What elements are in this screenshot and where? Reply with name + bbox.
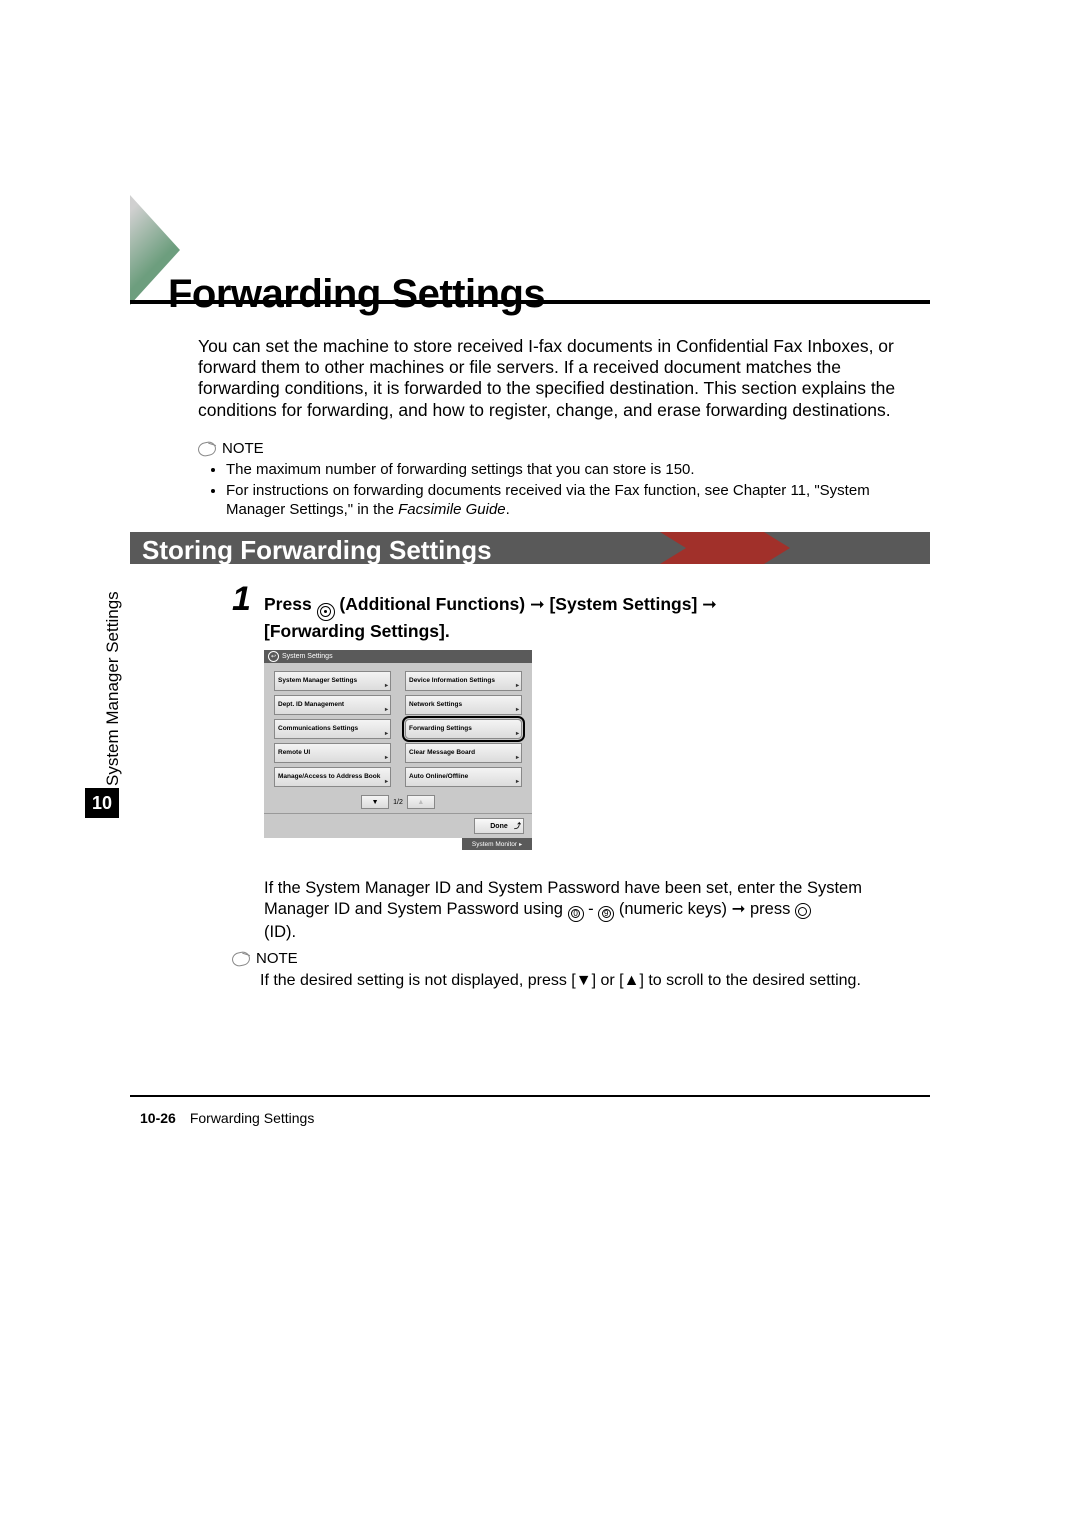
note-list: The maximum number of forwarding setting… (226, 461, 918, 519)
up-triangle-icon: ▲ (624, 972, 640, 989)
menu-button-forwarding-settings[interactable]: Forwarding Settings (405, 719, 522, 739)
menu-button[interactable]: Dept. ID Management (274, 695, 391, 715)
note-label: NOTE (198, 440, 918, 457)
step-number: 1 (232, 580, 251, 619)
numeric-key-icon: 9 (598, 906, 614, 922)
note-block: NOTE The maximum number of forwarding se… (198, 440, 918, 521)
section-title: Storing Forwarding Settings (142, 535, 492, 566)
additional-functions-key-icon (317, 603, 335, 621)
numeric-key-icon: 0 (568, 906, 584, 922)
system-monitor-bar: System Monitor (264, 838, 532, 850)
note-item: For instructions on forwarding documents… (226, 482, 918, 520)
device-screenshot: ↩ System Settings System Manager Setting… (264, 650, 532, 860)
chapter-heading: Forwarding Settings (168, 272, 545, 317)
done-button[interactable]: Done (474, 818, 524, 834)
arrow-right-icon: ➞ (530, 594, 545, 614)
note-item: The maximum number of forwarding setting… (226, 461, 918, 480)
footer-title: Forwarding Settings (190, 1110, 315, 1126)
menu-button[interactable]: System Manager Settings (274, 671, 391, 691)
side-tab-number: 10 (85, 788, 119, 818)
note-icon (197, 440, 218, 457)
screen-body: System Manager Settings Device Informati… (264, 663, 532, 813)
pager: ▼ 1/2 ▲ (274, 793, 522, 811)
menu-button[interactable]: Clear Message Board (405, 743, 522, 763)
menu-button[interactable]: Remote UI (274, 743, 391, 763)
down-triangle-icon: ▼ (576, 972, 592, 989)
post-screenshot-text: If the System Manager ID and System Pass… (264, 878, 914, 942)
note-label-text: NOTE (256, 950, 298, 967)
screen-title: System Settings (282, 653, 333, 660)
step-instruction: Press (Additional Functions) ➞ [System S… (264, 594, 904, 642)
side-tab-label: System Manager Settings (103, 591, 123, 786)
id-key-icon (795, 903, 811, 919)
note-icon (231, 950, 252, 967)
heading-rule (130, 300, 930, 304)
page-up-button[interactable]: ▲ (407, 795, 435, 809)
menu-button[interactable]: Communications Settings (274, 719, 391, 739)
arrow-right-icon: ➞ (732, 900, 746, 918)
menu-button[interactable]: Network Settings (405, 695, 522, 715)
note-label: NOTE (232, 950, 912, 967)
page-footer: 10-26 Forwarding Settings (140, 1110, 314, 1126)
note-text: If the desired setting is not displayed,… (260, 971, 912, 991)
pager-label: 1/2 (393, 799, 403, 806)
arrow-right-icon: ➞ (702, 594, 717, 614)
menu-button[interactable]: Device Information Settings (405, 671, 522, 691)
intro-paragraph: You can set the machine to store receive… (198, 336, 918, 421)
screen-footer: Done (264, 813, 532, 838)
back-icon: ↩ (268, 651, 279, 662)
footer-rule (130, 1095, 930, 1097)
menu-button[interactable]: Manage/Access to Address Book (274, 767, 391, 787)
screen-titlebar: ↩ System Settings (264, 650, 532, 663)
system-monitor-button[interactable]: System Monitor (462, 838, 532, 850)
note-block: NOTE If the desired setting is not displ… (232, 950, 912, 991)
page-down-button[interactable]: ▼ (361, 795, 389, 809)
menu-button[interactable]: Auto Online/Offline (405, 767, 522, 787)
page-number: 10-26 (140, 1110, 176, 1126)
note-label-text: NOTE (222, 440, 264, 457)
